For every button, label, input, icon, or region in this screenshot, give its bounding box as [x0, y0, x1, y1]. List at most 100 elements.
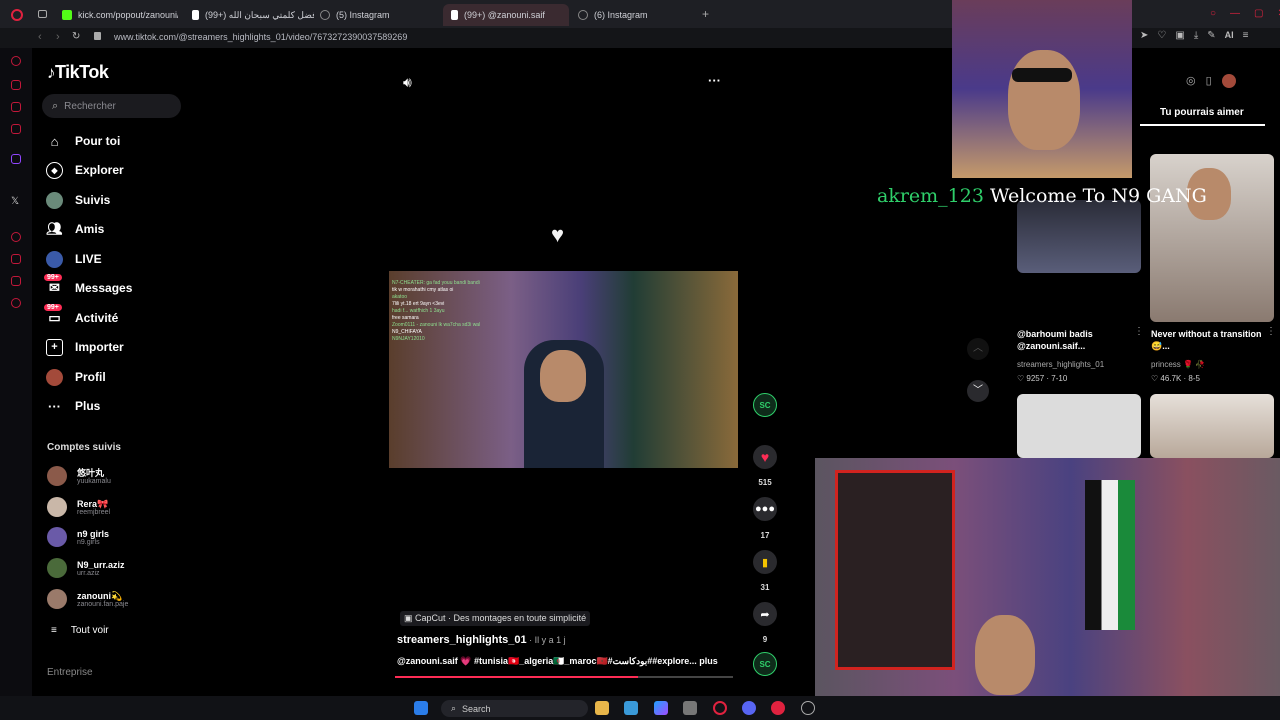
chat-line: N7-CHEATER: ga fad youu bandi bandi: [392, 280, 480, 286]
nav-pour-toi[interactable]: ⌂ Pour toi: [46, 130, 121, 152]
tab-instagram-2[interactable]: (6) Instagram: [570, 4, 690, 26]
chat-line: tik w morahathi cmy atlas oi: [392, 287, 454, 293]
tab-tiktok-active[interactable]: (99+) @zanouni.saif: [443, 4, 569, 26]
card-title[interactable]: @barhoumi badis @zanouni.saif...: [1017, 328, 1137, 352]
nav-importer[interactable]: + Importer: [46, 336, 124, 358]
video-author[interactable]: streamers_highlights_01 · Il y a 1 j: [397, 634, 566, 646]
windows-start-icon[interactable]: [414, 701, 428, 715]
card-menu-icon[interactable]: ⋮: [1266, 326, 1276, 337]
wallet-icon[interactable]: ▣: [1175, 30, 1184, 41]
search-icon: ⌕: [52, 99, 59, 112]
discord-icon[interactable]: [742, 701, 756, 715]
file-explorer-icon[interactable]: [595, 701, 609, 715]
menu-icon[interactable]: ≡: [1243, 30, 1249, 41]
capcut-link[interactable]: ▣ CapCut · Des montages en toute simplic…: [400, 611, 591, 626]
nav-messages[interactable]: ✉ 99+ Messages: [44, 273, 132, 299]
url-field[interactable]: www.tiktok.com/@streamers_highlights_01/…: [114, 32, 407, 42]
calculator-icon[interactable]: [683, 701, 697, 715]
suggest-card-thumbnail[interactable]: [1150, 394, 1274, 458]
account-name: Rera🎀: [77, 498, 109, 509]
taskbar: [0, 696, 1280, 720]
history-icon[interactable]: [11, 232, 21, 242]
volume-icon[interactable]: 🔊︎: [403, 74, 412, 91]
new-tab-button[interactable]: +: [702, 7, 709, 21]
save-button[interactable]: ▮: [753, 550, 777, 574]
box-icon[interactable]: [11, 276, 21, 286]
heart-icon[interactable]: ♡: [1157, 30, 1166, 41]
nav-live[interactable]: LIVE: [46, 248, 102, 270]
tab-instagram-1[interactable]: (5) Instagram: [312, 4, 432, 26]
account-item[interactable]: N9_urr.aziz urr.aziz: [47, 558, 125, 578]
forward-icon[interactable]: ›: [56, 31, 60, 43]
creator-avatar[interactable]: SC: [753, 393, 777, 417]
app-icon[interactable]: [771, 701, 785, 715]
account-item[interactable]: zanouni💫 zanouni.fan.paje: [47, 589, 128, 609]
account-item[interactable]: Rera🎀 reemjbreel: [47, 497, 110, 517]
download-icon[interactable]: ⤓: [1194, 30, 1198, 41]
settings-icon[interactable]: [11, 298, 21, 308]
nav-explorer[interactable]: ◆ Explorer: [46, 159, 124, 181]
tab-label: kick.com/popout/zanouni/c: [78, 10, 178, 20]
suggest-card-thumbnail[interactable]: [1017, 200, 1141, 273]
user-avatar[interactable]: [1221, 74, 1236, 88]
nav-label: LIVE: [75, 252, 102, 266]
account-user: urr.aziz: [77, 569, 100, 577]
tab-kick[interactable]: kick.com/popout/zanouni/c: [54, 4, 178, 26]
phone-icon[interactable]: ▯: [1206, 74, 1212, 88]
ai-button[interactable]: AI: [1225, 30, 1234, 41]
player-icon[interactable]: [11, 124, 21, 134]
compass-icon[interactable]: ◎: [1186, 74, 1196, 88]
webcam-face: [1008, 50, 1080, 150]
nav-plus[interactable]: ··· Plus: [46, 395, 100, 417]
tab-label: (5) Instagram: [336, 10, 390, 20]
video-caption: @zanouni.saif 💗 #tunisia🇹🇳_algeria🇩🇿_mar…: [397, 656, 718, 667]
previous-video-button[interactable]: ︿: [967, 338, 989, 360]
tab-label: (99+) @zanouni.saif: [464, 10, 545, 20]
more-options-icon[interactable]: ···: [708, 73, 721, 88]
edit-icon[interactable]: ✎: [1207, 30, 1215, 41]
nav-profil[interactable]: Profil: [46, 366, 106, 388]
home-icon[interactable]: [11, 56, 21, 66]
next-video-button[interactable]: ﹀: [967, 380, 989, 402]
tab-manager-icon[interactable]: [38, 10, 47, 18]
music-disc[interactable]: SC: [753, 652, 777, 676]
send-icon[interactable]: ➤: [1140, 30, 1148, 41]
tab-tiktok-1[interactable]: (99+) فضل كلمتي سبحان الله: [184, 4, 314, 26]
nav-label: Importer: [75, 340, 124, 354]
minimize-icon[interactable]: —: [1230, 8, 1240, 19]
see-all-link[interactable]: ≡ Tout voir: [51, 625, 109, 636]
search-input[interactable]: ⌕ Rechercher: [42, 94, 181, 118]
caption-more-link[interactable]: plus: [699, 656, 718, 666]
twitch-icon[interactable]: [11, 102, 21, 112]
account-user: zanouni.fan.paje: [77, 600, 129, 608]
video-progress-bar[interactable]: [395, 676, 733, 678]
back-icon[interactable]: ‹: [38, 31, 42, 43]
tiktok-logo[interactable]: ♪TikTok: [47, 62, 109, 83]
share-button[interactable]: ➦: [753, 602, 777, 626]
opera-logo-icon[interactable]: [11, 9, 23, 21]
reload-icon[interactable]: ↻: [72, 31, 80, 42]
x-icon[interactable]: 𝕏: [11, 196, 19, 207]
app-icon[interactable]: [801, 701, 815, 715]
like-button[interactable]: ♥: [753, 445, 777, 469]
card-meta: ♡ 9257 · 7-10: [1017, 374, 1068, 383]
search-icon[interactable]: ○: [1210, 8, 1216, 19]
account-item[interactable]: 悠叶丸 yuukamalu: [47, 466, 111, 486]
taskbar-search[interactable]: ⌕ Search: [441, 700, 588, 717]
twitch-purple-icon[interactable]: [11, 154, 21, 164]
suggest-card-thumbnail[interactable]: [1017, 394, 1141, 458]
gx-corner-icon[interactable]: [11, 80, 21, 90]
comment-button[interactable]: ●●●: [753, 497, 777, 521]
store-icon[interactable]: [624, 701, 638, 715]
account-item[interactable]: n9 girls n9.girls: [47, 527, 109, 547]
card-menu-icon[interactable]: ⋮: [1134, 326, 1144, 337]
nav-activite[interactable]: ▭ 99+ Activité: [44, 303, 118, 329]
clock-icon[interactable]: [11, 254, 21, 264]
nav-amis[interactable]: 👥︎ Amis: [46, 218, 104, 240]
copilot-icon[interactable]: [654, 701, 668, 715]
maximize-icon[interactable]: ▢: [1254, 8, 1263, 19]
nav-suivis[interactable]: Suivis: [46, 189, 110, 211]
footer-link[interactable]: Entreprise: [47, 667, 93, 678]
card-title[interactable]: Never without a transition 😅...: [1151, 328, 1271, 352]
opera-gx-taskbar-icon[interactable]: [713, 701, 727, 715]
